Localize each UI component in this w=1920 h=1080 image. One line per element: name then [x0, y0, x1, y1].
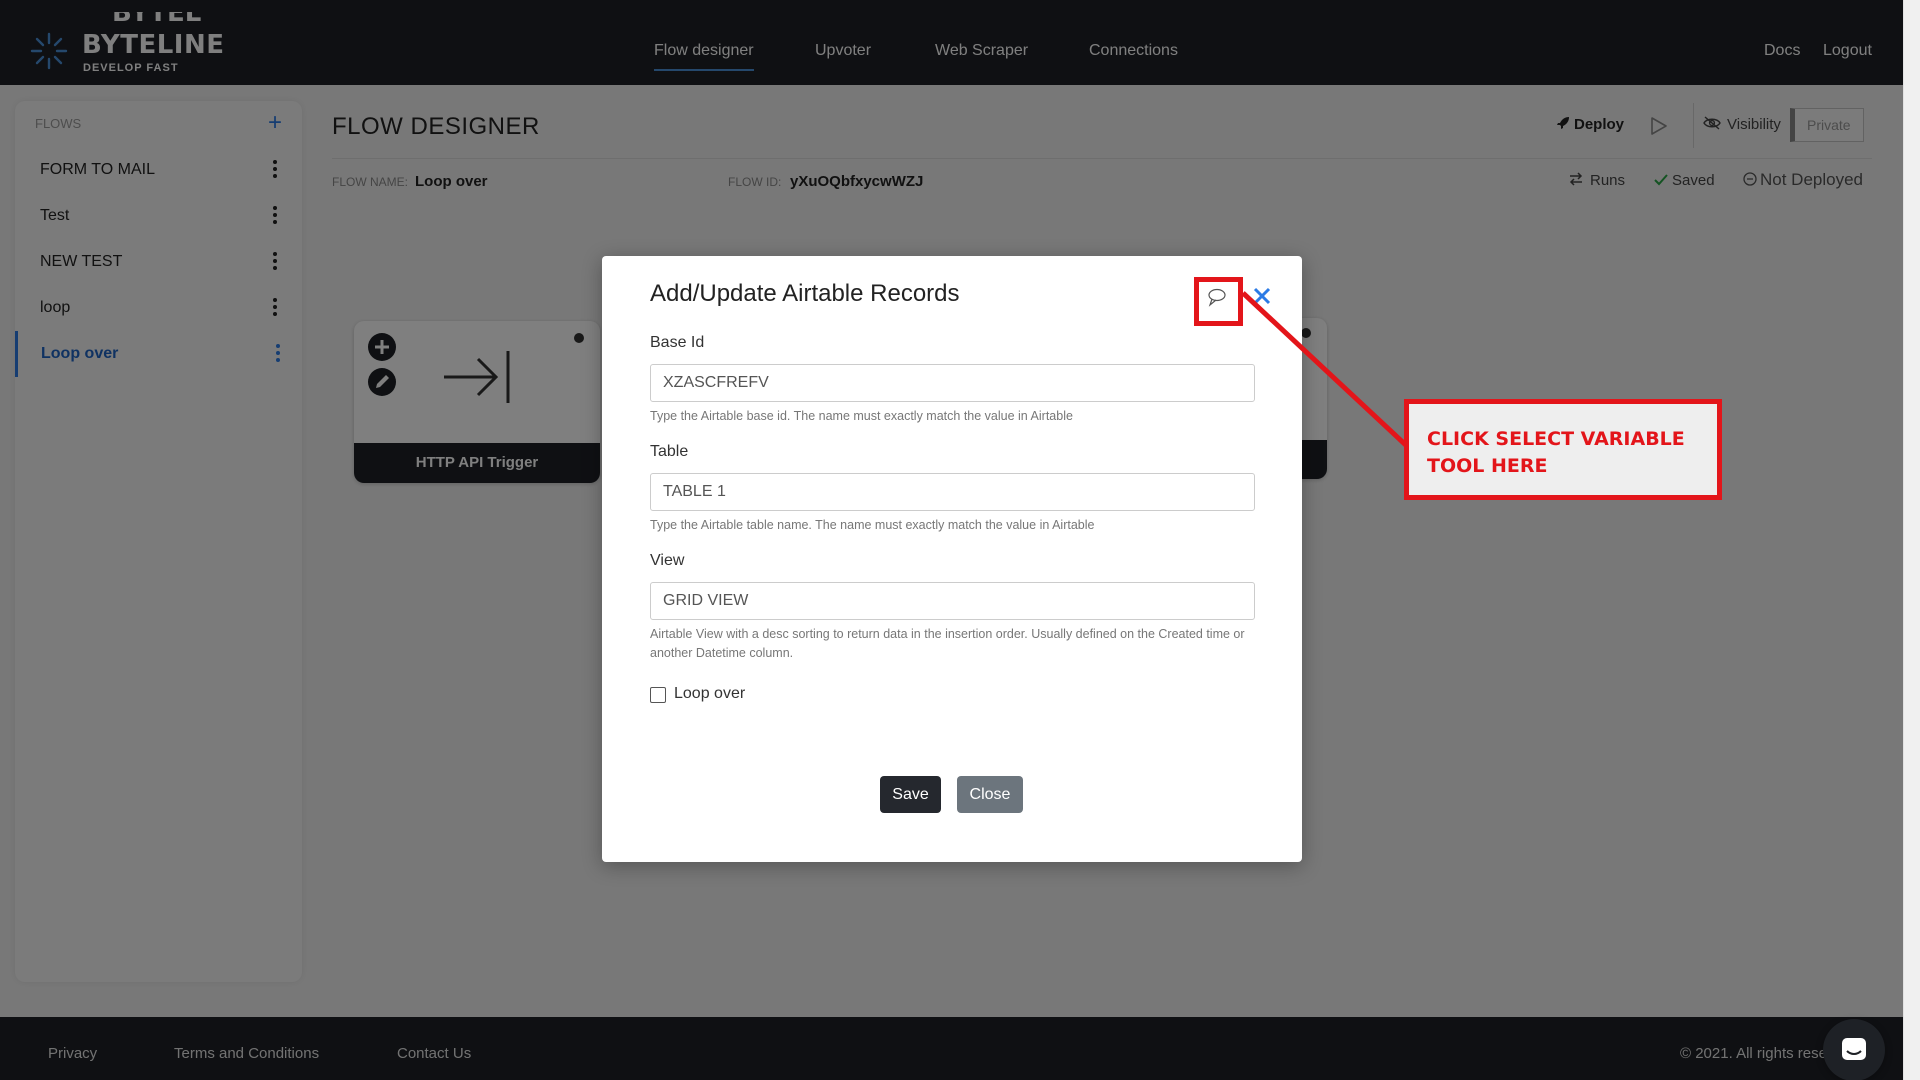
close-icon[interactable] — [1250, 284, 1274, 308]
table-help: Type the Airtable table name. The name m… — [650, 518, 1095, 532]
table-input[interactable] — [650, 473, 1255, 511]
view-help: Airtable View with a desc sorting to ret… — [650, 627, 1245, 660]
base-id-label: Base Id — [650, 334, 705, 351]
modal-title: Add/Update Airtable Records — [650, 280, 960, 307]
base-id-help: Type the Airtable base id. The name must… — [650, 409, 1073, 423]
airtable-records-modal: Add/Update Airtable Records Base Id Type… — [602, 256, 1302, 862]
chat-icon — [1842, 1038, 1866, 1060]
annotation-highlight-box — [1194, 277, 1243, 326]
annotation-callout: CLICK SELECT VARIABLE TOOL HERE — [1404, 399, 1722, 500]
annotation-text: CLICK SELECT VARIABLE TOOL HERE — [1427, 428, 1685, 477]
view-input[interactable] — [650, 582, 1255, 620]
page-scrollbar[interactable] — [1903, 0, 1920, 1080]
close-button[interactable]: Close — [957, 776, 1023, 813]
loop-over-label[interactable]: Loop over — [674, 685, 745, 703]
loop-over-checkbox[interactable] — [650, 687, 666, 703]
base-id-input[interactable] — [650, 364, 1255, 402]
view-label: View — [650, 552, 685, 569]
table-label: Table — [650, 443, 689, 460]
chat-widget-button[interactable] — [1823, 1019, 1885, 1080]
save-button[interactable]: Save — [880, 776, 941, 813]
